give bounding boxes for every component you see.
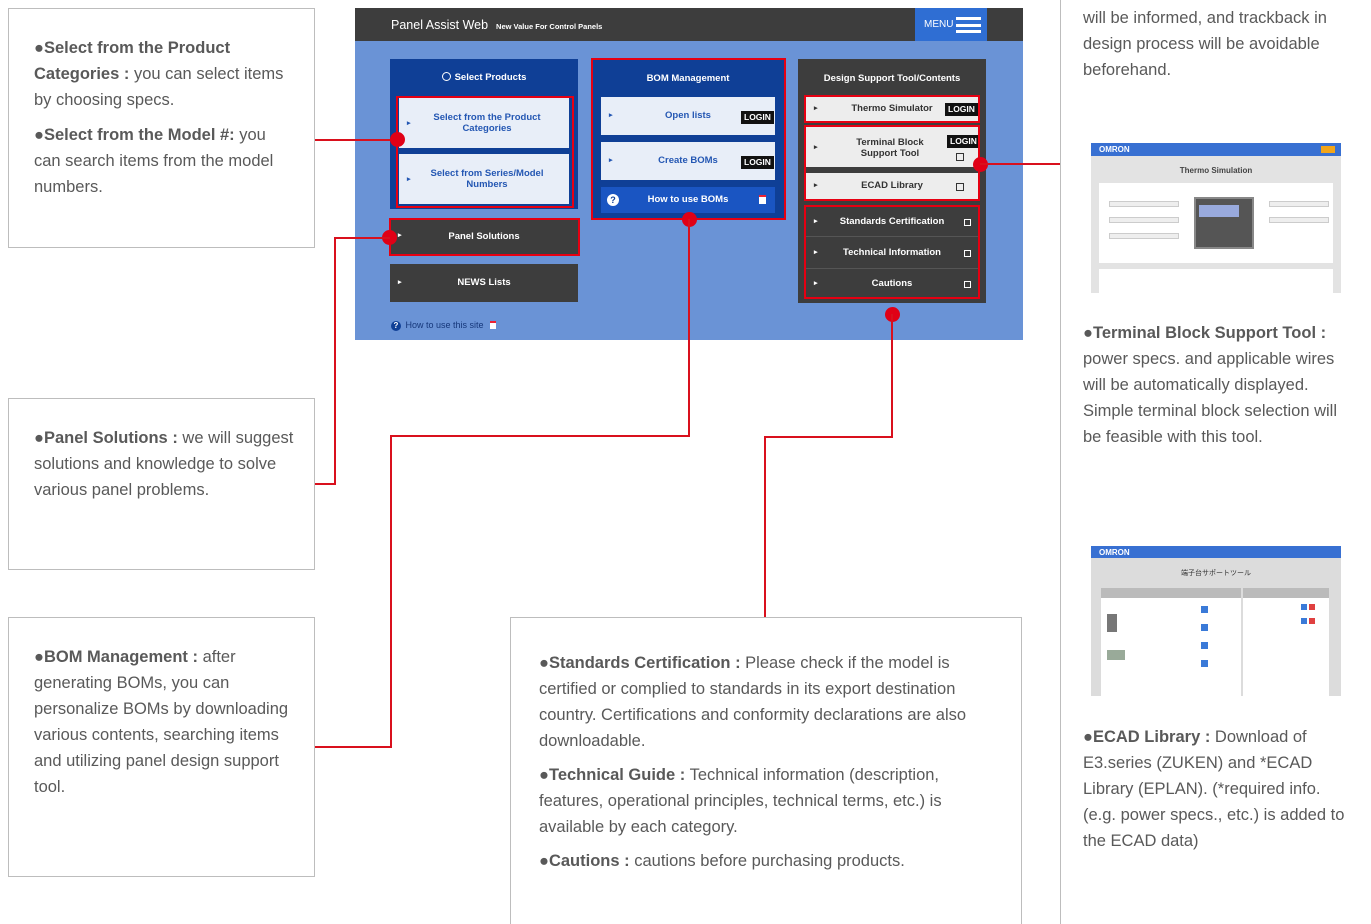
- highlight-select-products: [396, 96, 574, 208]
- highlight-thermo-simulator: [804, 95, 980, 123]
- connector-line: [315, 746, 392, 748]
- callout-standards: ●Standards Certification : Please check …: [510, 617, 1022, 924]
- callout-text: Download of E3.series (ZUKEN) and *ECAD …: [1083, 728, 1345, 850]
- connector-line: [334, 237, 390, 239]
- thermo-simulation-thumbnail: OMRON Thermo Simulation: [1091, 143, 1341, 293]
- callout-text: cautions before purchasing products.: [629, 852, 905, 870]
- callout-bom-management: ●BOM Management : after generating BOMs,…: [8, 617, 315, 877]
- top-bar: Panel Assist Web New Value For Control Pa…: [355, 8, 1023, 41]
- terminal-block-thumbnail: OMRON 端子台サポートツール: [1091, 546, 1341, 696]
- highlight-panel-solutions: [389, 218, 580, 256]
- connector-line: [764, 436, 893, 438]
- connector-line: [764, 436, 766, 617]
- chevron-right-icon: ▸: [398, 279, 402, 286]
- callout-select-products: ●Select from the Product Categories : yo…: [8, 8, 315, 248]
- ecad-library-description: ●ECAD Library : Download of E3.series (Z…: [1083, 724, 1348, 854]
- connector-line: [390, 435, 392, 748]
- callout-heading: ●Terminal Block Support Tool :: [1083, 324, 1327, 342]
- highlight-standards-group: [804, 205, 980, 299]
- connector-line: [315, 139, 397, 141]
- connector-line: [688, 219, 690, 436]
- how-to-use-site-link[interactable]: ? How to use this site: [391, 320, 497, 331]
- search-icon: [441, 72, 451, 81]
- thermo-description-tail: will be informed, and trackback in desig…: [1083, 9, 1327, 79]
- pdf-icon: [490, 321, 497, 329]
- connector-line: [980, 163, 1060, 165]
- connector-line: [334, 237, 336, 484]
- help-icon: ?: [391, 321, 401, 331]
- highlight-terminal-ecad: [804, 125, 980, 201]
- callout-panel-solutions: ●Panel Solutions : we will suggest solut…: [8, 398, 315, 570]
- omron-logo: OMRON: [1099, 145, 1130, 154]
- select-products-header: Select Products: [390, 72, 578, 83]
- callout-heading: ●ECAD Library :: [1083, 728, 1211, 746]
- callout-heading: ●Standards Certification :: [539, 654, 741, 672]
- menu-label: MENU: [924, 19, 954, 30]
- terminal-block-description: ●Terminal Block Support Tool : power spe…: [1083, 320, 1348, 450]
- design-support-header: Design Support Tool/Contents: [823, 73, 961, 84]
- omron-logo: OMRON: [1099, 548, 1130, 557]
- callout-text: power specs. and applicable wires will b…: [1083, 350, 1338, 446]
- app-title[interactable]: Panel Assist Web New Value For Control Pa…: [391, 18, 602, 32]
- news-lists-button[interactable]: ▸ NEWS Lists: [390, 264, 578, 302]
- hamburger-icon: [956, 17, 981, 33]
- connector-dot: [390, 132, 405, 147]
- thumb-title: 端子台サポートツール: [1181, 570, 1251, 577]
- connector-line: [390, 435, 690, 437]
- callout-heading: ●Cautions :: [539, 852, 630, 870]
- thumb-title: Thermo Simulation: [1179, 166, 1253, 175]
- callout-heading: ●Technical Guide :: [539, 766, 686, 784]
- callout-text: after generating BOMs, you can personali…: [34, 648, 289, 796]
- highlight-bom-management: [591, 58, 786, 220]
- right-column-border: [1060, 0, 1061, 924]
- callout-heading: ●BOM Management :: [34, 648, 198, 666]
- menu-button[interactable]: MENU: [915, 8, 987, 41]
- callout-heading: ●Panel Solutions :: [34, 429, 178, 447]
- callout-heading: ●Select from the Model #:: [34, 126, 235, 144]
- connector-line: [315, 483, 336, 485]
- tagline: New Value For Control Panels: [496, 22, 603, 31]
- connector-line: [891, 314, 893, 438]
